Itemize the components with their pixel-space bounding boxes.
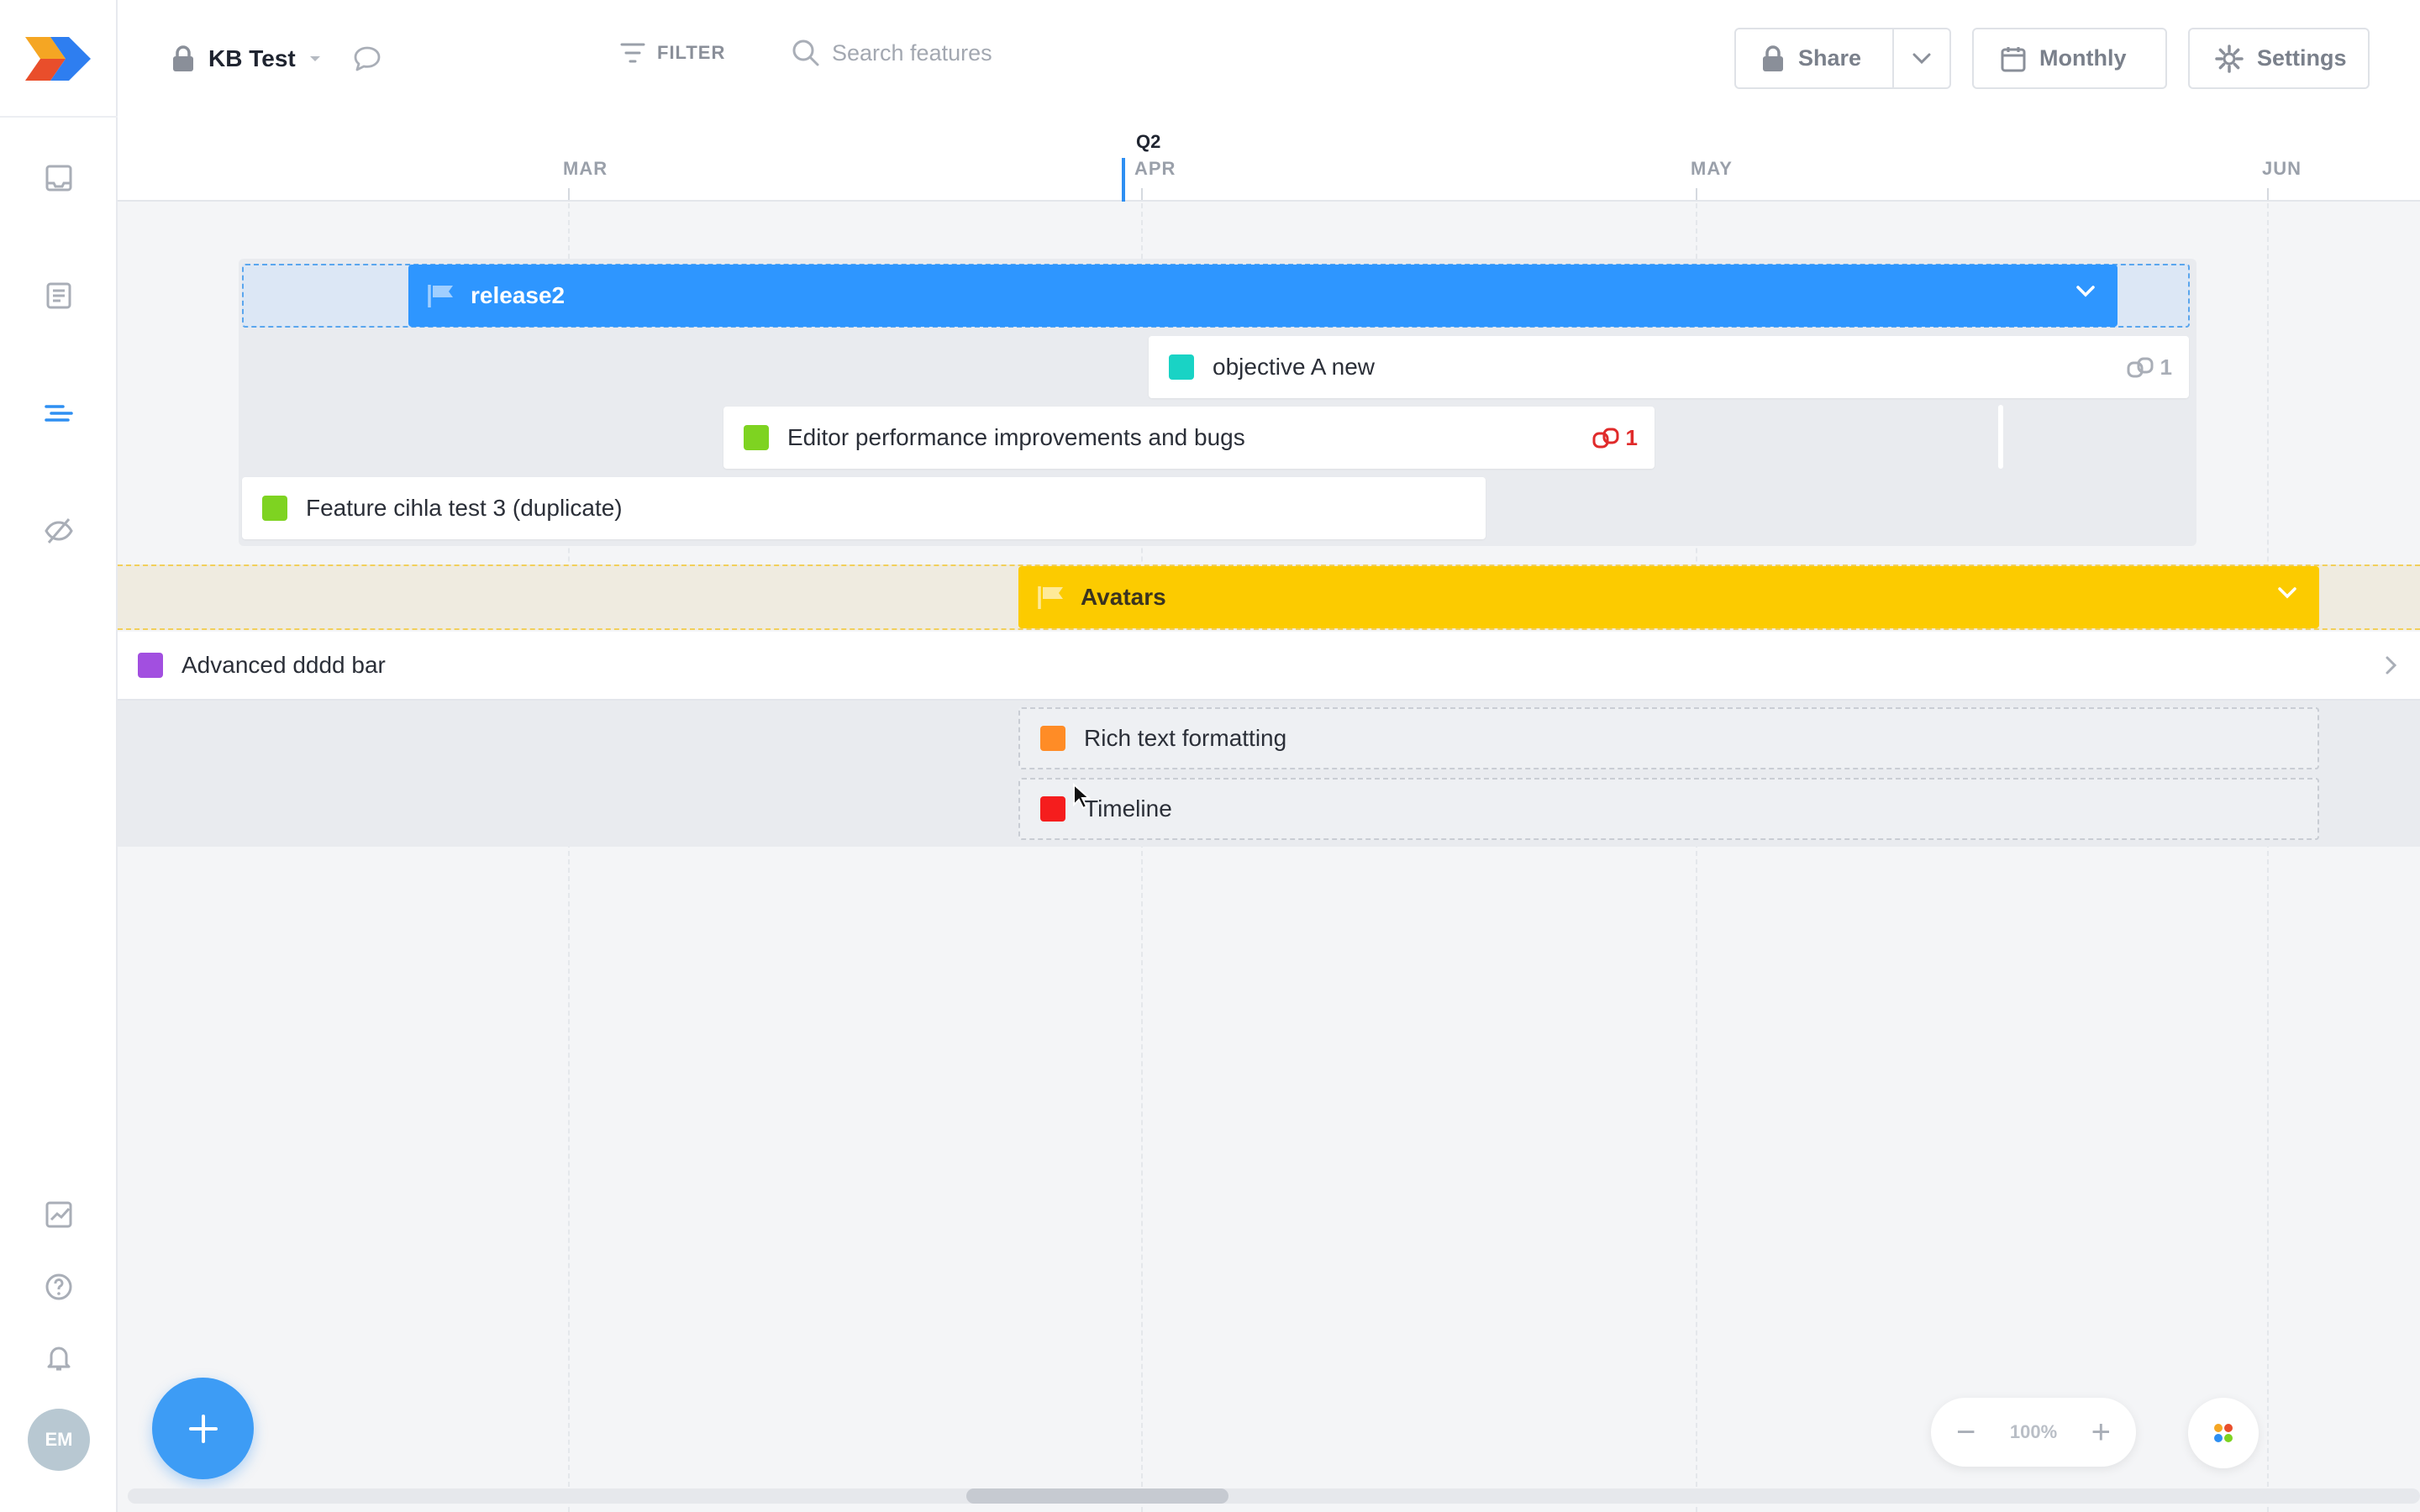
today-marker [1122,158,1125,202]
zoom-out-button[interactable]: − [1956,1415,1975,1449]
month-tick [568,188,570,200]
filter-button[interactable]: FILTER [620,42,725,64]
quarter-label: Q2 [1136,131,1161,152]
zoom-control: − 100% + [1931,1398,2136,1467]
feature-card[interactable]: Timeline [1018,778,2319,840]
feature-card[interactable]: Feature cihla test 3 (duplicate) [242,477,1486,539]
feature-color-swatch [262,496,287,521]
project-name: KB Test [208,45,296,71]
calendar-icon [2001,46,2026,71]
caret-down-icon [309,56,320,61]
help-icon[interactable] [40,1268,77,1305]
feature-color-swatch [1040,796,1065,822]
avatar[interactable]: EM [28,1409,90,1471]
gear-icon [2215,44,2244,73]
feature-color-swatch [744,425,769,450]
resize-handle[interactable] [1998,405,2003,469]
chevron-down-icon[interactable] [2277,586,2297,600]
search-box[interactable] [792,39,1252,67]
month-label: APR [1134,158,1176,179]
settings-button[interactable]: Settings [2188,28,2370,89]
dependency-badge[interactable]: 1 [2127,354,2172,381]
dependency-count: 1 [2160,354,2172,380]
release-title: release2 [471,282,566,308]
month-label: JUN [2262,158,2302,179]
view-mode-button[interactable]: Monthly [1972,28,2167,89]
feature-row[interactable]: Advanced dddd bar [118,632,2420,701]
zoom-in-button[interactable]: + [2091,1415,2111,1449]
feature-title: Timeline [1084,795,1172,822]
link-icon [1592,428,1619,448]
rail-divider [0,116,118,118]
search-input[interactable] [832,39,1252,66]
apps-grid-icon [2214,1424,2233,1442]
month-label: MAR [563,158,608,179]
chevron-down-icon [1912,53,1931,64]
plus-icon [188,1414,218,1443]
inbox-icon[interactable] [40,160,77,197]
hidden-icon[interactable] [40,512,77,549]
left-rail: EM [0,0,118,1512]
mouse-cursor-icon [1073,783,1091,810]
settings-label: Settings [2257,45,2347,71]
month-tick [1696,188,1697,200]
feature-card[interactable]: Editor performance improvements and bugs… [723,407,1655,469]
chevron-down-icon[interactable] [2075,285,2096,298]
comment-icon[interactable] [353,45,381,72]
bell-icon[interactable] [40,1339,77,1376]
analytics-icon[interactable] [40,1196,77,1233]
release-bar[interactable]: release2 [408,265,2118,327]
share-button[interactable]: Share [1736,29,1892,87]
month-label: MAY [1691,158,1733,179]
feature-card[interactable]: objective A new 1 [1149,336,2189,398]
top-bar: KB Test FILTER Share Monthly Settings [118,0,2420,118]
scrollbar-thumb[interactable] [966,1488,1228,1504]
feature-title: Rich text formatting [1084,725,1287,751]
flag-icon [428,285,453,307]
zoom-level: 100% [2009,1421,2058,1442]
chevron-right-icon[interactable] [2385,655,2398,675]
feature-color-swatch [138,653,163,678]
feature-title: Advanced dddd bar [182,652,386,678]
month-tick [2267,188,2269,200]
share-label: Share [1798,45,1862,71]
filter-icon [620,43,645,63]
share-options-button[interactable] [1894,53,1949,65]
feature-color-swatch [1169,354,1194,380]
timeline-icon[interactable] [40,395,77,432]
feature-title: Feature cihla test 3 (duplicate) [306,495,623,521]
filter-label: FILTER [657,42,726,63]
document-icon[interactable] [40,277,77,314]
link-icon [2127,357,2154,377]
lock-icon [173,45,193,71]
feature-card[interactable]: Rich text formatting [1018,707,2319,769]
month-gridline [2267,203,2269,1512]
horizontal-scrollbar[interactable] [128,1488,2420,1504]
feature-color-swatch [1040,726,1065,751]
brand-logo-icon[interactable] [25,34,91,82]
search-icon [792,39,819,66]
view-mode-label: Monthly [2039,45,2127,71]
share-button-group: Share [1734,28,1951,89]
feature-title: Editor performance improvements and bugs [787,424,1245,450]
flag-icon [1038,586,1063,609]
release-bar[interactable]: Avatars [1018,566,2319,628]
timeline-header: Q2 MAR APR MAY JUN [118,118,2420,202]
month-tick [1141,188,1143,200]
dependency-count: 1 [1625,425,1638,450]
release-title: Avatars [1081,584,1166,610]
dependency-badge[interactable]: 1 [1592,425,1638,451]
add-button[interactable] [152,1378,254,1479]
apps-button[interactable] [2188,1398,2259,1468]
project-switcher[interactable]: KB Test [171,40,381,77]
lock-icon [1763,45,1783,71]
feature-title: objective A new [1213,354,1376,380]
timeline-canvas[interactable]: release2 objective A new 1 Editor perfor… [118,203,2420,1512]
